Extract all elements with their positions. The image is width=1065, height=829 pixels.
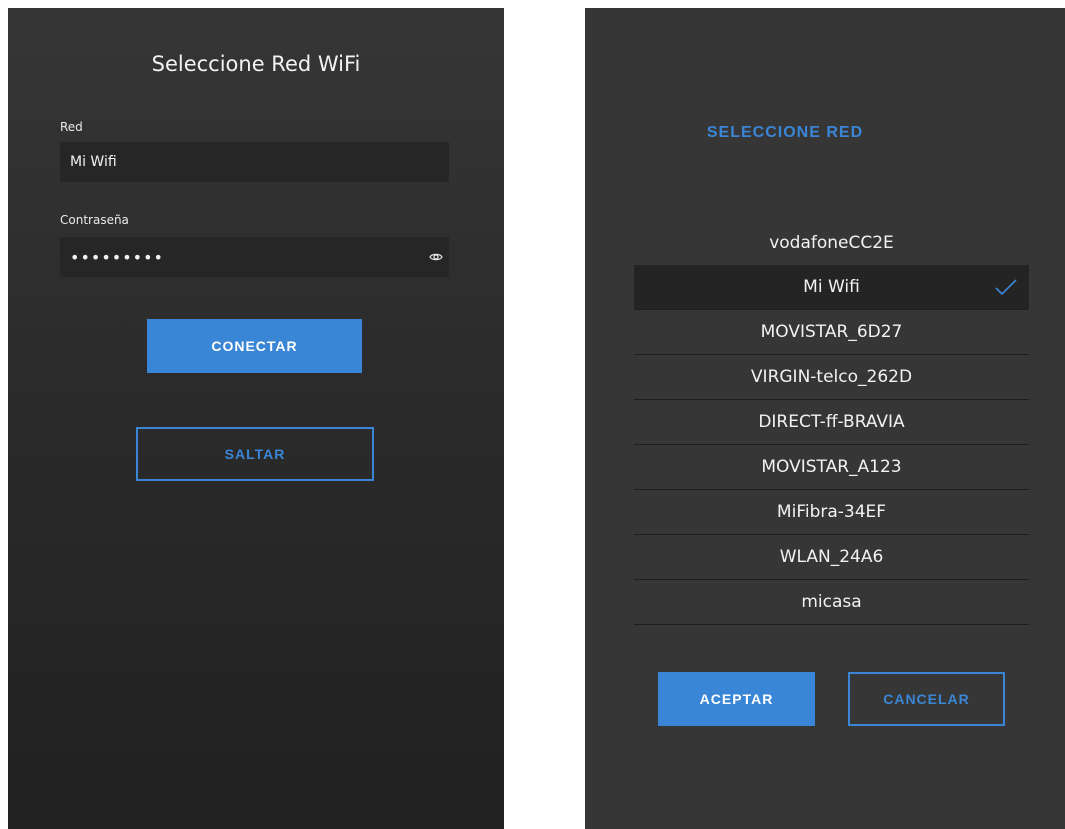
- password-label: Contraseña: [60, 213, 129, 227]
- password-input[interactable]: [60, 237, 449, 277]
- network-item-selected[interactable]: Mi Wifi: [634, 265, 1029, 310]
- wifi-login-panel: Seleccione Red WiFi Red Contraseña CONEC…: [8, 8, 504, 829]
- connect-button[interactable]: CONECTAR: [147, 319, 362, 373]
- network-name: DIRECT-ff-BRAVIA: [758, 412, 905, 432]
- network-name: MiFibra-34EF: [776, 502, 887, 522]
- eye-icon[interactable]: [429, 250, 443, 264]
- dialog-title: SELECCIONE RED: [706, 124, 864, 141]
- network-name: MOVISTAR_A123: [761, 457, 902, 477]
- page-title: Seleccione Red WiFi: [151, 52, 361, 76]
- network-name: micasa: [801, 592, 862, 612]
- network-item[interactable]: DIRECT-ff-BRAVIA: [634, 400, 1029, 445]
- network-field: [60, 142, 449, 182]
- network-item[interactable]: VIRGIN-telco_262D: [634, 355, 1029, 400]
- network-item[interactable]: MiFibra-34EF: [634, 490, 1029, 535]
- checkmark-icon: [995, 279, 1017, 296]
- network-name: MOVISTAR_6D27: [760, 322, 903, 342]
- network-name: VIRGIN-telco_262D: [750, 367, 913, 387]
- cancel-button[interactable]: CANCELAR: [848, 672, 1005, 726]
- network-name: Mi Wifi: [803, 277, 860, 297]
- network-item[interactable]: MOVISTAR_6D27: [634, 310, 1029, 355]
- skip-button[interactable]: SALTAR: [136, 427, 374, 481]
- network-item[interactable]: WLAN_24A6: [634, 535, 1029, 580]
- accept-button[interactable]: ACEPTAR: [658, 672, 815, 726]
- network-list: vodafoneCC2E Mi Wifi MOVISTAR_6D27 VIRGI…: [634, 220, 1029, 625]
- network-item[interactable]: MOVISTAR_A123: [634, 445, 1029, 490]
- network-item[interactable]: vodafoneCC2E: [634, 220, 1029, 265]
- network-name: WLAN_24A6: [779, 547, 884, 567]
- network-item[interactable]: micasa: [634, 580, 1029, 625]
- network-label: Red: [60, 120, 83, 134]
- network-select-dialog: SELECCIONE RED vodafoneCC2E Mi Wifi MOVI…: [585, 8, 1065, 829]
- network-name: vodafoneCC2E: [769, 232, 894, 253]
- password-field: [60, 237, 449, 277]
- network-input[interactable]: [60, 142, 449, 182]
